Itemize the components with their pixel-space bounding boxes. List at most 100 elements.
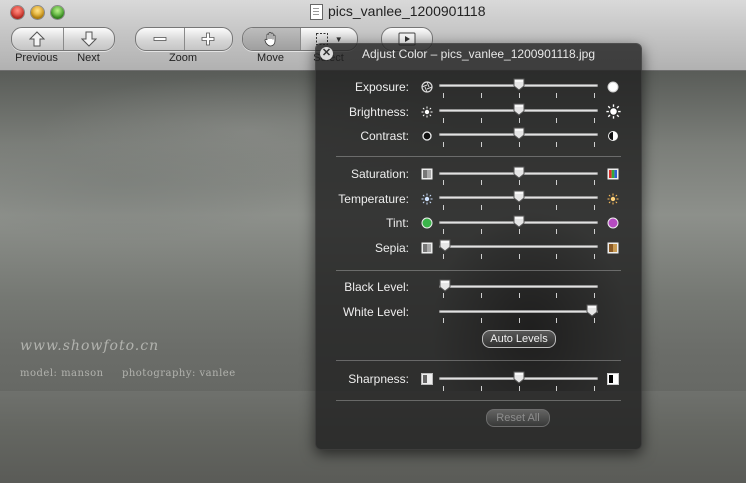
slider-tick	[594, 205, 595, 210]
zoom-out-button[interactable]	[136, 28, 184, 50]
temperature-label: Temperature:	[338, 192, 409, 206]
slider-tick	[443, 180, 444, 185]
slider-tick	[594, 118, 595, 123]
slider-tick	[443, 118, 444, 123]
white-level-slider-track[interactable]	[439, 310, 598, 313]
reset-all-button[interactable]: Reset All	[486, 409, 550, 427]
arrow-down-icon	[80, 31, 97, 47]
slider-tick	[519, 142, 520, 147]
slider-tick	[443, 293, 444, 298]
slider-tick	[594, 293, 595, 298]
black-level-ticks	[439, 293, 598, 298]
slider-tick	[556, 205, 557, 210]
photo-credits: model: manson photography: vanlee	[20, 368, 236, 379]
slider-tick	[519, 318, 520, 323]
slider-tick	[481, 293, 482, 298]
saturation-gray-icon	[421, 168, 433, 180]
sepia-slider-track[interactable]	[439, 245, 598, 248]
slider-tick	[443, 205, 444, 210]
minimize-window-button[interactable]	[31, 6, 44, 19]
white-level-label: White Level:	[342, 305, 409, 319]
contrast-label: Contrast:	[360, 129, 409, 143]
next-button[interactable]	[62, 28, 115, 50]
aperture-open-icon	[607, 81, 619, 93]
slider-tick	[481, 205, 482, 210]
contrast-slider-thumb[interactable]	[513, 127, 525, 140]
minus-icon	[153, 37, 167, 41]
panel-title: Adjust Color – pics_vanlee_1200901118.jp…	[361, 47, 596, 61]
saturation-label: Saturation:	[350, 167, 409, 181]
slider-tick	[556, 229, 557, 234]
sharpness-slider-thumb[interactable]	[513, 371, 525, 384]
contrast-high-icon	[608, 131, 618, 141]
zoom-in-button[interactable]	[183, 28, 233, 50]
white-level-slider-thumb[interactable]	[586, 304, 598, 317]
previous-button[interactable]	[12, 28, 63, 50]
slider-tick	[556, 142, 557, 147]
adjust-color-panel: ✕ Adjust Color – pics_vanlee_1200901118.…	[315, 43, 642, 450]
zoom-control	[135, 27, 233, 51]
slider-tick	[519, 229, 520, 234]
tint-green-icon	[421, 217, 433, 229]
slider-tick	[443, 254, 444, 259]
brightness-slider-thumb[interactable]	[513, 103, 525, 116]
slider-tick	[443, 142, 444, 147]
saturation-slider-thumb[interactable]	[513, 166, 525, 179]
slider-tick	[481, 142, 482, 147]
panel-divider	[336, 360, 621, 361]
slider-tick	[556, 293, 557, 298]
panel-divider	[336, 270, 621, 271]
slider-tick	[519, 386, 520, 391]
slider-tick	[519, 118, 520, 123]
zoom-window-button[interactable]	[51, 6, 64, 19]
window-title: pics_vanlee_1200901118	[328, 3, 486, 19]
slider-tick	[556, 180, 557, 185]
slider-tick	[519, 93, 520, 98]
saturation-ticks	[439, 180, 598, 185]
sharpness-ticks	[439, 386, 598, 391]
sun-small-icon	[421, 106, 433, 118]
slider-tick	[594, 386, 595, 391]
slider-tick	[594, 229, 595, 234]
black-level-label: Black Level:	[344, 280, 409, 294]
move-tool-button[interactable]	[243, 28, 300, 50]
zoom-label: Zoom	[168, 52, 198, 64]
panel-divider	[336, 156, 621, 157]
close-window-button[interactable]	[11, 6, 24, 19]
slider-tick	[556, 118, 557, 123]
slider-tick	[556, 254, 557, 259]
sharpen-icon	[607, 373, 619, 385]
slider-tick	[443, 386, 444, 391]
slider-tick	[594, 254, 595, 259]
slider-tick	[481, 93, 482, 98]
slider-tick	[594, 180, 595, 185]
panel-divider	[336, 400, 621, 401]
previous-label: Previous	[15, 52, 58, 64]
temperature-slider-thumb[interactable]	[513, 190, 525, 203]
sepia-tone-icon	[607, 242, 619, 254]
auto-levels-button[interactable]: Auto Levels	[482, 330, 556, 348]
brightness-ticks	[439, 118, 598, 123]
black-level-slider-track[interactable]	[439, 285, 598, 288]
slider-tick	[556, 386, 557, 391]
sepia-gray-icon	[421, 242, 433, 254]
exposure-slider-thumb[interactable]	[513, 78, 525, 91]
slider-tick	[481, 118, 482, 123]
hand-icon	[264, 32, 276, 47]
slider-tick	[556, 318, 557, 323]
sepia-slider-thumb[interactable]	[439, 239, 451, 252]
cool-temperature-icon	[421, 193, 433, 205]
move-label: Move	[257, 52, 284, 64]
warm-temperature-icon	[607, 193, 619, 205]
slider-tick	[481, 254, 482, 259]
exposure-label: Exposure:	[354, 80, 409, 94]
temperature-ticks	[439, 205, 598, 210]
tint-slider-thumb[interactable]	[513, 215, 525, 228]
slider-tick	[519, 205, 520, 210]
sun-large-icon	[606, 104, 621, 119]
black-level-slider-thumb[interactable]	[439, 279, 451, 292]
document-icon	[310, 4, 323, 20]
aperture-icon	[421, 81, 433, 93]
previous-next-control	[11, 27, 115, 51]
white-level-ticks	[439, 318, 598, 323]
